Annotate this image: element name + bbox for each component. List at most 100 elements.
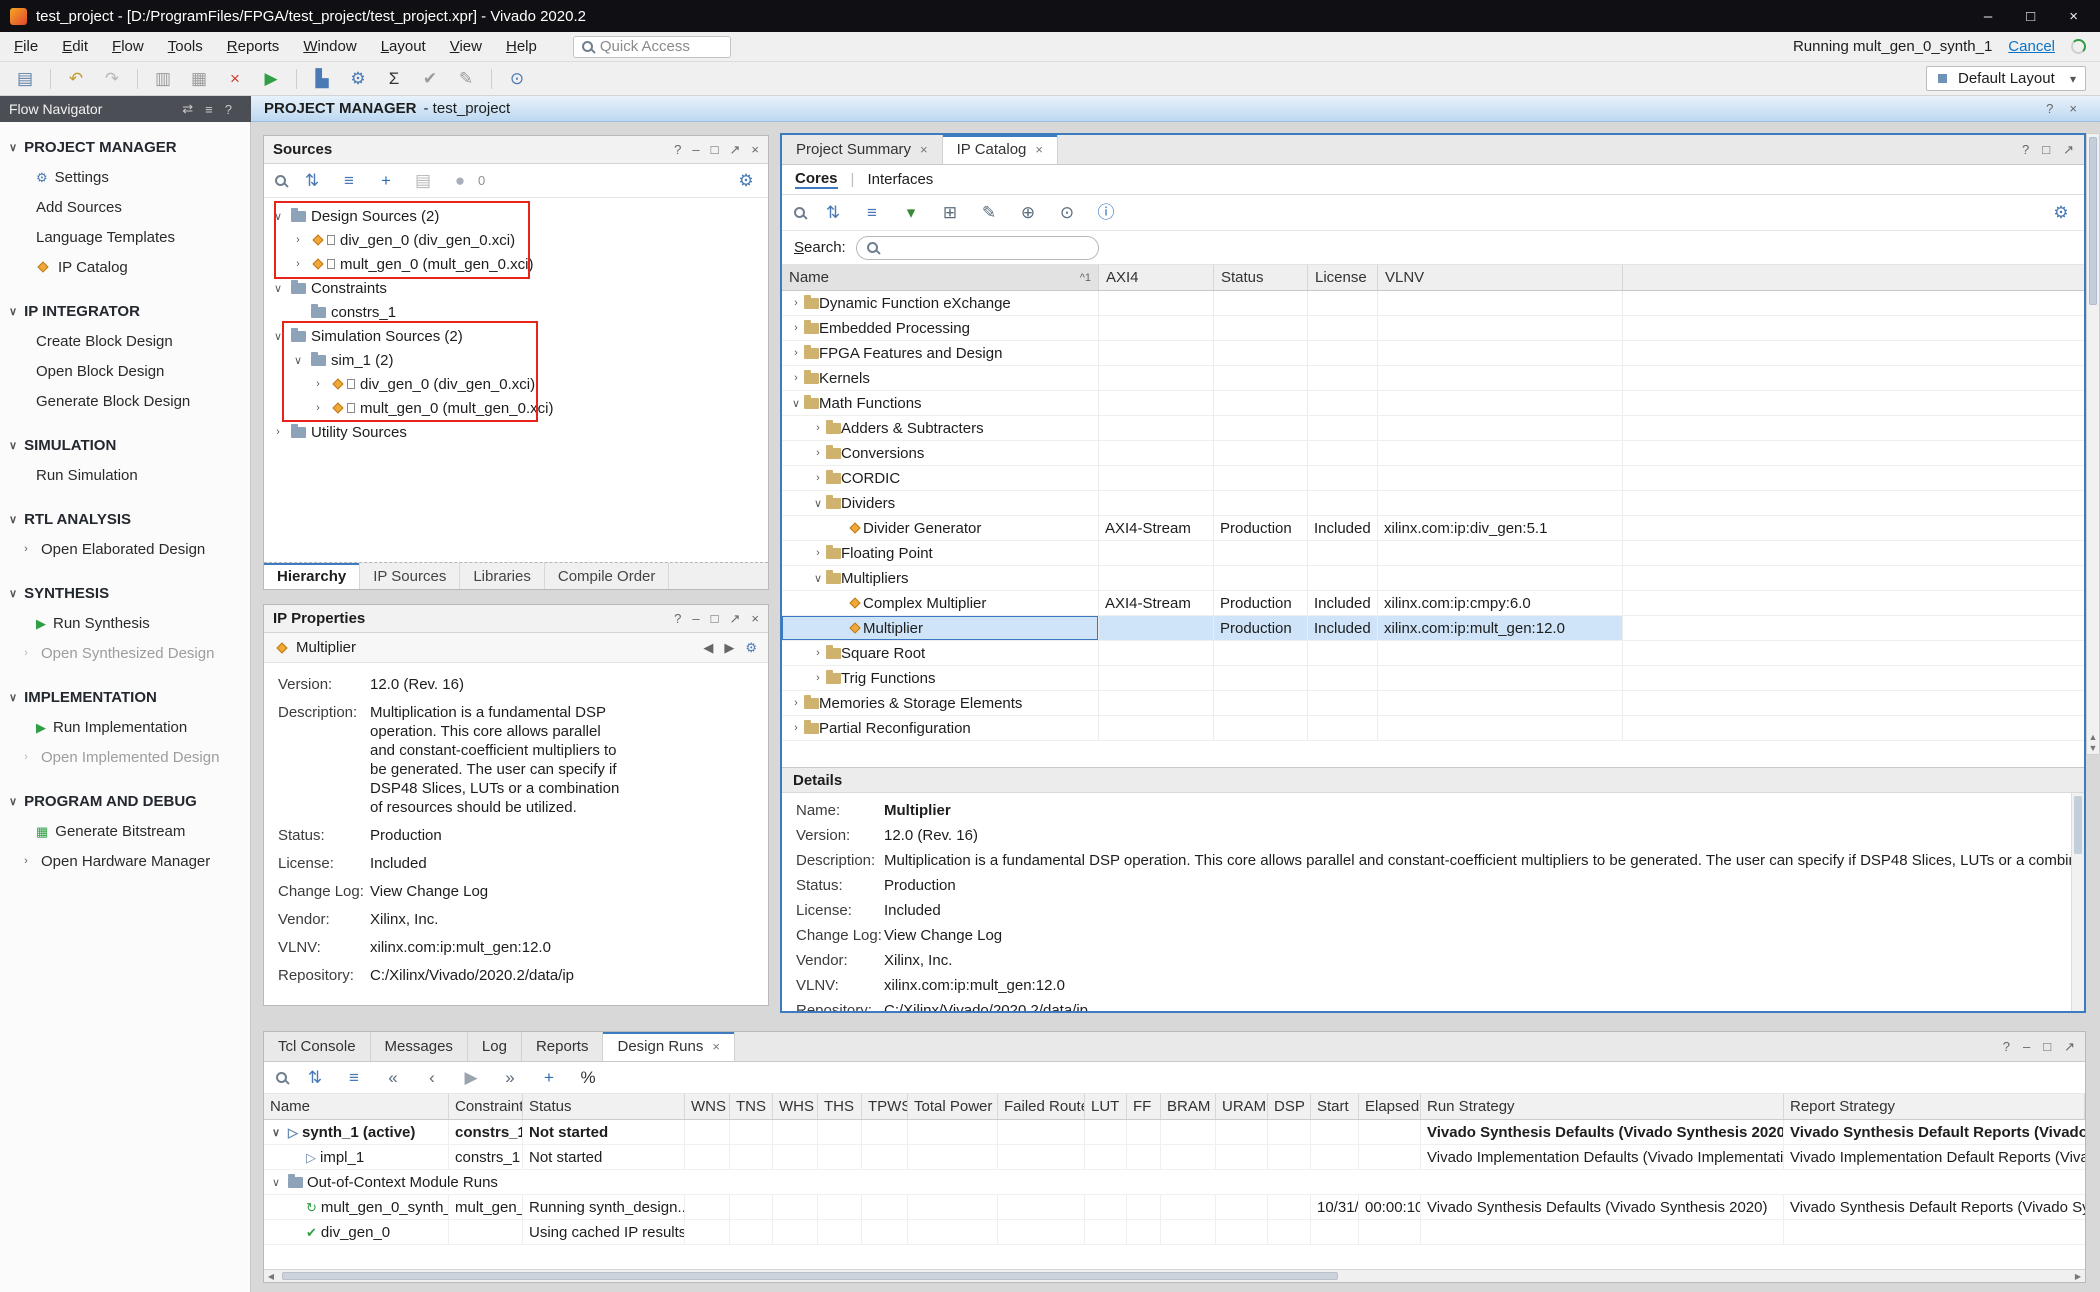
reports-icon[interactable]: ▙ — [311, 70, 333, 87]
search-icon[interactable] — [276, 1072, 287, 1083]
sources-tree-item-design-sources-2[interactable]: ∨Design Sources (2) — [264, 204, 768, 228]
chevron-right-icon[interactable]: › — [788, 297, 804, 309]
sources-tree-item-mult-gen-0-mult-gen-0-xci[interactable]: ›mult_gen_0 (mult_gen_0.xci) — [264, 252, 768, 276]
flownav-section-header-rtl-analysis[interactable]: ∨RTL ANALYSIS — [0, 504, 250, 534]
column-header-ths[interactable]: THS — [818, 1094, 862, 1119]
chevron-right-icon[interactable]: › — [788, 372, 804, 384]
column-header-axi4[interactable]: AXI4 — [1099, 265, 1214, 290]
chevron-right-icon[interactable]: › — [788, 722, 804, 734]
collapse-all-icon[interactable]: ⇅ — [301, 172, 323, 189]
collapse-all-icon[interactable]: ⇅ — [822, 204, 844, 221]
settings-icon[interactable]: ⚙ — [735, 172, 757, 189]
scroll-left-icon[interactable]: ◀ — [264, 1270, 278, 1282]
help-icon[interactable]: ? — [674, 611, 681, 626]
add-ip-icon[interactable]: ⊕ — [1017, 204, 1039, 221]
help-icon[interactable]: ? — [2046, 101, 2053, 116]
debug-icon[interactable]: ⊙ — [506, 70, 528, 87]
menu-tools[interactable]: Tools — [168, 38, 203, 55]
property-value[interactable]: View Change Log — [370, 882, 488, 901]
chevron-down-icon[interactable]: ∨ — [788, 397, 804, 410]
chevron-down-icon[interactable]: ∨ — [270, 330, 286, 343]
catalog-row-multipliers[interactable]: ∨Multipliers — [782, 566, 2084, 591]
open-file-icon[interactable]: ▤ — [412, 172, 434, 189]
search-icon[interactable] — [275, 175, 286, 186]
flownav-item-language-templates[interactable]: Language Templates — [0, 222, 250, 252]
flownav-item-create-block-design[interactable]: Create Block Design — [0, 326, 250, 356]
help-icon[interactable]: ? — [2022, 142, 2029, 157]
column-header-vlnv[interactable]: VLNV — [1378, 265, 1623, 290]
chevron-right-icon[interactable]: › — [290, 258, 306, 270]
info-icon[interactable]: ⓘ — [1095, 204, 1117, 221]
catalog-scrollbar[interactable]: ▲ ▼ — [2086, 133, 2100, 755]
column-header-start[interactable]: Start — [1311, 1094, 1359, 1119]
menu-icon[interactable]: ≡ — [205, 102, 213, 117]
chevron-down-icon[interactable]: ∨ — [810, 497, 826, 510]
maximize-icon[interactable]: □ — [2042, 142, 2050, 157]
chevron-right-icon[interactable]: › — [290, 234, 306, 246]
expand-all-icon[interactable]: ≡ — [338, 172, 360, 189]
column-header-status[interactable]: Status — [523, 1094, 685, 1119]
sources-tree-item-mult-gen-0-mult-gen-0-xci[interactable]: ›mult_gen_0 (mult_gen_0.xci) — [264, 396, 768, 420]
chevron-right-icon[interactable]: › — [788, 347, 804, 359]
sources-tree-item-constraints[interactable]: ∨Constraints — [264, 276, 768, 300]
minimize-icon[interactable]: – — [692, 611, 699, 626]
chevron-right-icon[interactable]: › — [18, 855, 34, 867]
delete-icon[interactable]: × — [224, 70, 246, 87]
chevron-down-icon[interactable]: ∨ — [268, 1126, 284, 1139]
column-header-license[interactable]: License — [1308, 265, 1378, 290]
sum-icon[interactable]: Σ — [383, 70, 405, 87]
flownav-item-settings[interactable]: ⚙Settings — [0, 162, 250, 192]
column-header-total-power[interactable]: Total Power — [908, 1094, 998, 1119]
column-header-dsp[interactable]: DSP — [1268, 1094, 1311, 1119]
create-runs-icon[interactable]: + — [538, 1069, 560, 1086]
expand-all-icon[interactable]: ≡ — [343, 1069, 365, 1086]
cancel-link[interactable]: Cancel — [2008, 38, 2055, 55]
sources-tab-libraries[interactable]: Libraries — [460, 563, 545, 589]
float-icon[interactable]: ↗ — [2063, 142, 2074, 158]
tab-reports[interactable]: Reports — [522, 1032, 604, 1061]
flownav-section-header-simulation[interactable]: ∨SIMULATION — [0, 430, 250, 460]
scroll-down-icon[interactable]: ▼ — [2087, 743, 2099, 753]
chevron-right-icon[interactable]: › — [788, 697, 804, 709]
edit-icon[interactable]: ✎ — [455, 70, 477, 87]
column-header-run-strategy[interactable]: Run Strategy — [1421, 1094, 1784, 1119]
design-run-row-impl-1[interactable]: ▷impl_1constrs_1Not startedVivado Implem… — [264, 1145, 2085, 1170]
sources-tree-item-utility-sources[interactable]: ›Utility Sources — [264, 420, 768, 444]
flownav-item-generate-block-design[interactable]: Generate Block Design — [0, 386, 250, 416]
forward-icon[interactable]: ▶ — [724, 640, 734, 656]
catalog-row-dynamic-function-exchange[interactable]: ›Dynamic Function eXchange — [782, 291, 2084, 316]
flownav-item-add-sources[interactable]: Add Sources — [0, 192, 250, 222]
tab-design-runs[interactable]: Design Runs× — [603, 1032, 734, 1061]
gear-icon[interactable]: ⚙ — [745, 640, 757, 656]
sources-tab-hierarchy[interactable]: Hierarchy — [264, 563, 360, 589]
float-icon[interactable]: ↗ — [730, 142, 741, 158]
catalog-row-square-root[interactable]: ›Square Root — [782, 641, 2084, 666]
column-header-ff[interactable]: FF — [1127, 1094, 1161, 1119]
sources-tree-item-constrs-1[interactable]: constrs_1 — [264, 300, 768, 324]
property-value[interactable]: View Change Log — [884, 926, 1002, 945]
status-circle-icon[interactable]: ● — [449, 172, 471, 189]
catalog-row-adders-subtracters[interactable]: ›Adders & Subtracters — [782, 416, 2084, 441]
flownav-section-header-synthesis[interactable]: ∨SYNTHESIS — [0, 578, 250, 608]
flownav-section-header-program-and-debug[interactable]: ∨PROGRAM AND DEBUG — [0, 786, 250, 816]
menu-view[interactable]: View — [450, 38, 482, 55]
catalog-row-embedded-processing[interactable]: ›Embedded Processing — [782, 316, 2084, 341]
column-header-whs[interactable]: WHS — [773, 1094, 818, 1119]
chevron-right-icon[interactable]: › — [270, 426, 286, 438]
column-header-constraints[interactable]: Constraints — [449, 1094, 523, 1119]
column-header-status[interactable]: Status — [1214, 265, 1308, 290]
menu-file[interactable]: File — [14, 38, 38, 55]
chevron-down-icon[interactable]: ∨ — [268, 1176, 284, 1189]
column-header-failed-routes[interactable]: Failed Routes — [998, 1094, 1085, 1119]
expand-all-icon[interactable]: ≡ — [861, 204, 883, 221]
menu-edit[interactable]: Edit — [62, 38, 88, 55]
catalog-row-trig-functions[interactable]: ›Trig Functions — [782, 666, 2084, 691]
flownav-item-ip-catalog[interactable]: IP Catalog — [0, 252, 250, 282]
menu-reports[interactable]: Reports — [227, 38, 280, 55]
chevron-down-icon[interactable]: ∨ — [270, 282, 286, 295]
help-icon[interactable]: ? — [2003, 1039, 2010, 1054]
property-value[interactable]: Production — [370, 826, 442, 845]
minimize-icon[interactable]: – — [692, 142, 699, 157]
back-icon[interactable]: ◀ — [703, 640, 713, 656]
chevron-right-icon[interactable]: › — [810, 547, 826, 559]
